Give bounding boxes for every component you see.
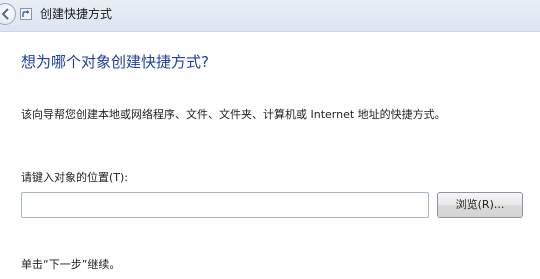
back-arrow-icon bbox=[1, 8, 9, 20]
page-heading: 想为哪个对象创建快捷方式? bbox=[21, 53, 209, 71]
location-input[interactable] bbox=[21, 192, 429, 218]
window-title: 创建快捷方式 bbox=[40, 7, 113, 21]
shortcut-icon bbox=[20, 8, 32, 20]
footer-note: 单击“下一步”继续。 bbox=[21, 258, 121, 271]
location-label: 请键入对象的位置(T): bbox=[21, 171, 129, 184]
browse-button[interactable]: 浏览(R)... bbox=[437, 192, 523, 218]
intro-text: 该向导帮您创建本地或网络程序、文件、文件夹、计算机或 Internet 地址的快… bbox=[21, 108, 446, 121]
title-bar: 创建快捷方式 bbox=[0, 0, 540, 32]
back-button[interactable] bbox=[0, 3, 16, 25]
